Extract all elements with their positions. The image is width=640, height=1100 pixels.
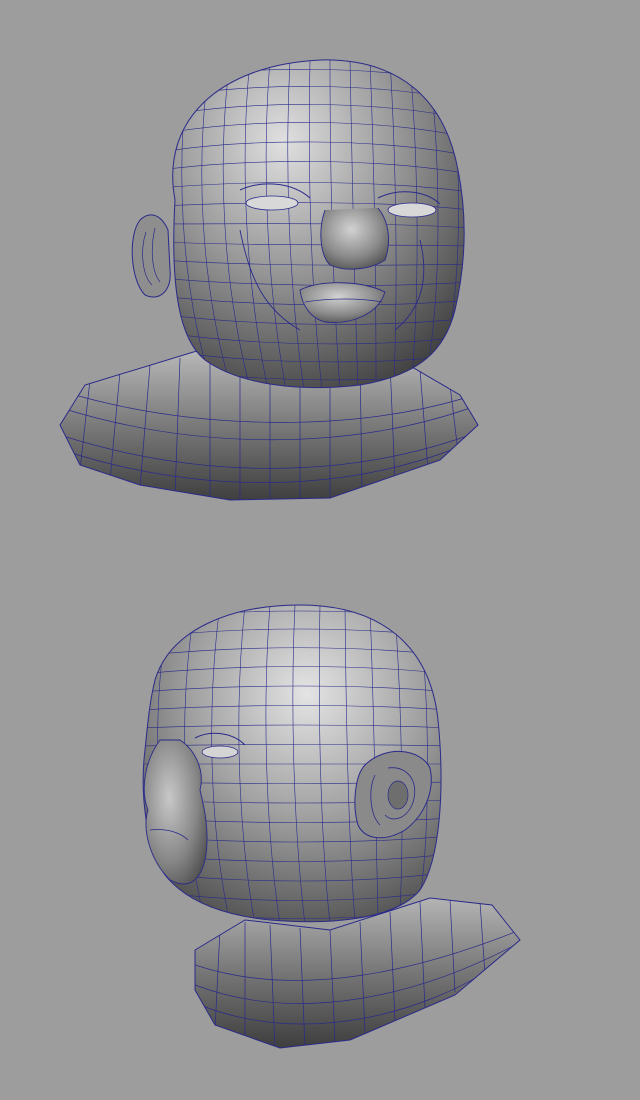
head-mesh-side-view[interactable] <box>0 590 640 1070</box>
head-mesh-side <box>142 604 442 923</box>
head-mesh <box>172 59 465 389</box>
ear-mesh <box>131 214 171 298</box>
neck-base-mesh-side <box>194 897 521 1049</box>
head-mesh-front-view[interactable] <box>0 40 640 520</box>
3d-viewport[interactable] <box>0 0 640 1100</box>
